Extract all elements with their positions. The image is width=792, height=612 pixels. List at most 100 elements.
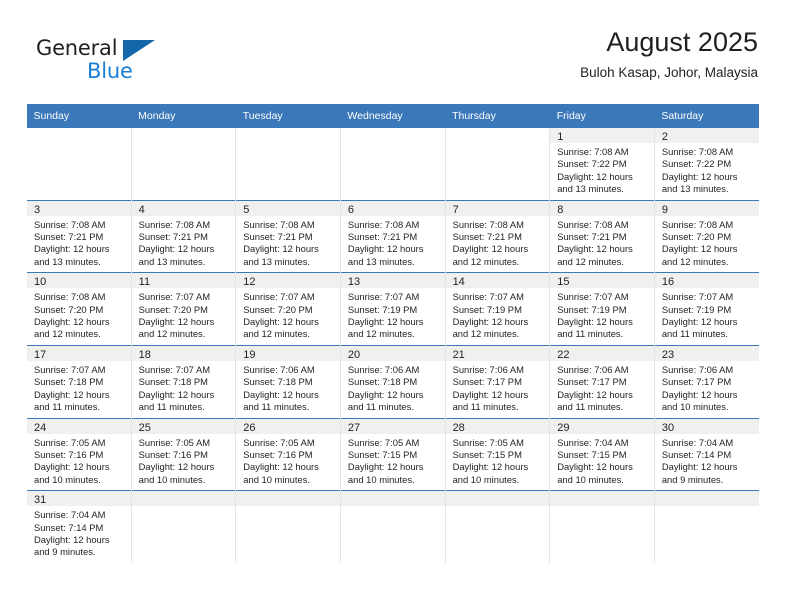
calendar-day-cell[interactable]: 25 Sunrise: 7:05 AM Sunset: 7:16 PM Dayligh…	[130, 417, 236, 491]
sunset-text: Sunset: 7:15 PM	[452, 448, 522, 460]
calendar-day-cell[interactable]: 14 Sunrise: 7:07 AM Sunset: 7:19 PM Dayligh…	[444, 272, 550, 346]
calendar-cell-empty[interactable]	[235, 490, 341, 563]
sunrise-text: Sunrise: 7:05 AM	[138, 436, 211, 448]
calendar-cell-empty[interactable]	[549, 490, 655, 563]
calendar-day-cell[interactable]: 8 Sunrise: 7:08 AM Sunset: 7:21 PM Daylight…	[549, 199, 655, 273]
daylight-text-line1: Daylight: 12 hours	[661, 388, 738, 400]
daylight-text-line1: Daylight: 12 hours	[34, 461, 110, 473]
day-number: 12	[236, 273, 340, 289]
calendar-day-cell[interactable]: 3 Sunrise: 7:08 AM Sunset: 7:21 PM Daylight…	[26, 199, 132, 273]
daylight-text-line1: Daylight: 12 hours	[557, 243, 633, 255]
sunrise-text: Sunrise: 7:07 AM	[243, 291, 315, 303]
calendar-day-cell[interactable]: 30 Sunrise: 7:04 AM Sunset: 7:14 PM Dayligh…	[653, 417, 759, 491]
sunset-text: Sunset: 7:17 PM	[661, 376, 732, 388]
calendar-day-cell[interactable]: 16 Sunrise: 7:07 AM Sunset: 7:19 PM Dayligh…	[653, 272, 759, 346]
day-detail: Sunrise: 7:06 AM Sunset: 7:17 PM Daylight:…	[550, 361, 654, 418]
sunset-text: Sunset: 7:17 PM	[452, 376, 522, 388]
sunrise-text: Sunrise: 7:08 AM	[557, 146, 629, 157]
calendar-day-cell[interactable]: 1 Sunrise: 7:08 AM Sunset: 7:22 PM Daylight…	[549, 128, 655, 201]
sunrise-text: Sunrise: 7:06 AM	[347, 363, 420, 375]
calendar-day-cell[interactable]: 12 Sunrise: 7:07 AM Sunset: 7:20 PM Dayligh…	[235, 272, 341, 346]
day-detail: Sunrise: 7:06 AM Sunset: 7:17 PM Daylight:…	[655, 361, 759, 418]
calendar-week-row: 3 Sunrise: 7:08 AM Sunset: 7:21 PM Daylight…	[26, 199, 759, 273]
sunset-text: Sunset: 7:16 PM	[243, 448, 313, 460]
calendar-day-cell[interactable]: 22 Sunrise: 7:06 AM Sunset: 7:17 PM Dayligh…	[549, 344, 655, 418]
day-number	[131, 128, 236, 143]
calendar-day-cell[interactable]: 2 Sunrise: 7:08 AM Sunset: 7:22 PM Daylight…	[653, 128, 759, 201]
sunrise-text: Sunrise: 7:05 AM	[347, 436, 420, 448]
daylight-text-line1: Daylight: 12 hours	[34, 388, 110, 400]
weekday-header-friday: Friday	[549, 104, 655, 128]
day-number: 16	[654, 273, 759, 289]
brand-name-blue: Blue	[87, 59, 133, 83]
daylight-text-line1: Daylight: 12 hours	[243, 461, 319, 473]
calendar-day-cell[interactable]: 29 Sunrise: 7:04 AM Sunset: 7:15 PM Dayligh…	[549, 417, 655, 491]
sunrise-text: Sunrise: 7:06 AM	[452, 363, 524, 375]
daylight-text-line1: Daylight: 12 hours	[34, 243, 110, 255]
daylight-text-line2: and 11 minutes.	[138, 401, 205, 413]
daylight-text-line1: Daylight: 12 hours	[557, 388, 633, 400]
calendar-cell-empty[interactable]	[339, 490, 446, 563]
daylight-text-line1: Daylight: 12 hours	[347, 461, 424, 473]
calendar-cell-blank	[444, 128, 550, 201]
day-detail: Sunrise: 7:05 AM Sunset: 7:16 PM Daylight:…	[27, 434, 131, 491]
daylight-text-line1: Daylight: 12 hours	[243, 316, 319, 328]
calendar-day-cell[interactable]: 9 Sunrise: 7:08 AM Sunset: 7:20 PM Daylight…	[653, 199, 759, 273]
day-detail: Sunrise: 7:07 AM Sunset: 7:20 PM Daylight:…	[132, 288, 236, 345]
calendar-day-cell[interactable]: 31 Sunrise: 7:04 AM Sunset: 7:14 PM Dayligh…	[26, 490, 132, 563]
calendar-day-cell[interactable]: 20 Sunrise: 7:06 AM Sunset: 7:18 PM Dayligh…	[339, 344, 446, 418]
sunset-text: Sunset: 7:21 PM	[557, 231, 627, 243]
calendar-cell-empty[interactable]	[130, 490, 236, 563]
sunrise-text: Sunrise: 7:04 AM	[557, 436, 629, 448]
calendar-day-cell[interactable]: 24 Sunrise: 7:05 AM Sunset: 7:16 PM Dayligh…	[26, 417, 132, 491]
sunrise-text: Sunrise: 7:05 AM	[452, 436, 524, 448]
daylight-text-line2: and 11 minutes.	[452, 401, 519, 413]
calendar-day-cell[interactable]: 13 Sunrise: 7:07 AM Sunset: 7:19 PM Dayligh…	[339, 272, 446, 346]
daylight-text-line2: and 10 minutes.	[452, 473, 520, 485]
calendar-day-cell[interactable]: 15 Sunrise: 7:07 AM Sunset: 7:19 PM Dayligh…	[549, 272, 655, 346]
calendar-cell-empty[interactable]	[444, 490, 550, 563]
calendar-day-cell[interactable]: 21 Sunrise: 7:06 AM Sunset: 7:17 PM Dayligh…	[444, 344, 550, 418]
calendar-day-cell[interactable]: 27 Sunrise: 7:05 AM Sunset: 7:15 PM Dayligh…	[339, 417, 446, 491]
calendar-cell-empty[interactable]	[653, 490, 759, 563]
daylight-text-line1: Daylight: 12 hours	[243, 243, 319, 255]
daylight-text-line2: and 11 minutes.	[557, 401, 624, 413]
calendar-day-cell[interactable]: 4 Sunrise: 7:08 AM Sunset: 7:21 PM Daylight…	[130, 199, 236, 273]
daylight-text-line2: and 12 minutes.	[347, 328, 415, 340]
calendar-day-cell[interactable]: 28 Sunrise: 7:05 AM Sunset: 7:15 PM Dayligh…	[444, 417, 550, 491]
calendar-day-cell[interactable]: 18 Sunrise: 7:07 AM Sunset: 7:18 PM Dayligh…	[130, 344, 236, 418]
day-number: 27	[340, 418, 445, 434]
daylight-text-line2: and 9 minutes.	[34, 546, 96, 558]
page-header: General Blue August 2025 Buloh Kasap, Jo…	[34, 27, 758, 100]
calendar-day-cell[interactable]: 6 Sunrise: 7:08 AM Sunset: 7:21 PM Daylight…	[339, 199, 446, 273]
calendar-day-cell[interactable]: 11 Sunrise: 7:07 AM Sunset: 7:20 PM Dayligh…	[130, 272, 236, 346]
day-number: 31	[27, 491, 131, 507]
calendar-day-cell[interactable]: 17 Sunrise: 7:07 AM Sunset: 7:18 PM Dayligh…	[26, 344, 132, 418]
sunrise-text: Sunrise: 7:05 AM	[34, 436, 106, 448]
daylight-text-line1: Daylight: 12 hours	[243, 388, 319, 400]
sunrise-text: Sunrise: 7:06 AM	[661, 363, 734, 375]
sunset-text: Sunset: 7:20 PM	[243, 303, 313, 315]
day-detail: Sunrise: 7:04 AM Sunset: 7:14 PM Daylight:…	[27, 506, 131, 563]
calendar-day-cell[interactable]: 26 Sunrise: 7:05 AM Sunset: 7:16 PM Dayligh…	[235, 417, 341, 491]
sunrise-text: Sunrise: 7:07 AM	[557, 291, 629, 303]
calendar-week-row: 17 Sunrise: 7:07 AM Sunset: 7:18 PM Dayligh…	[26, 344, 759, 418]
day-detail: Sunrise: 7:07 AM Sunset: 7:18 PM Daylight:…	[132, 361, 236, 418]
sunset-text: Sunset: 7:18 PM	[138, 376, 208, 388]
day-number	[654, 491, 759, 507]
day-number	[27, 128, 131, 143]
daylight-text-line2: and 12 minutes.	[452, 255, 520, 267]
calendar-day-cell[interactable]: 23 Sunrise: 7:06 AM Sunset: 7:17 PM Dayligh…	[653, 344, 759, 418]
brand-logo[interactable]: General Blue	[34, 36, 204, 92]
day-number	[340, 128, 445, 143]
calendar-day-cell[interactable]: 10 Sunrise: 7:08 AM Sunset: 7:20 PM Dayligh…	[26, 272, 132, 346]
day-number: 21	[445, 345, 550, 361]
daylight-text-line2: and 10 minutes.	[347, 473, 415, 485]
weekday-header-saturday: Saturday	[654, 104, 759, 128]
calendar-page: General Blue August 2025 Buloh Kasap, Jo…	[0, 0, 792, 612]
calendar-day-cell[interactable]: 7 Sunrise: 7:08 AM Sunset: 7:21 PM Daylight…	[444, 199, 550, 273]
sunset-text: Sunset: 7:18 PM	[347, 376, 418, 388]
calendar-day-cell[interactable]: 5 Sunrise: 7:08 AM Sunset: 7:21 PM Daylight…	[235, 199, 341, 273]
calendar-day-cell[interactable]: 19 Sunrise: 7:06 AM Sunset: 7:18 PM Dayligh…	[235, 344, 341, 418]
calendar-cell-blank	[26, 128, 132, 201]
